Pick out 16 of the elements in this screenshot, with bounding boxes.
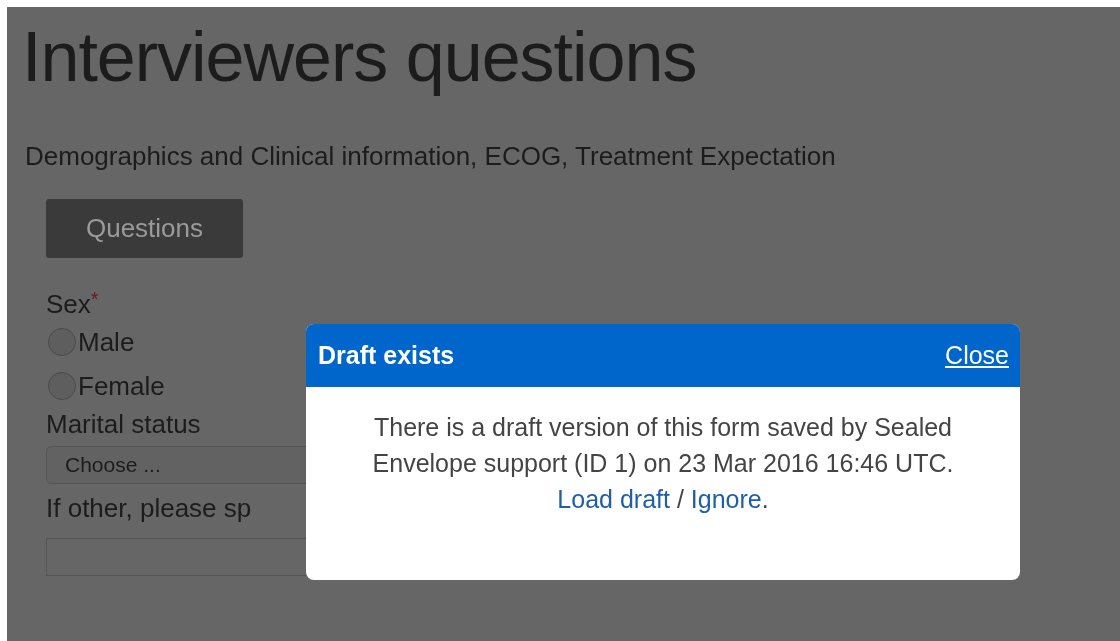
dialog-link[interactable]: Ignore bbox=[690, 485, 762, 513]
radio-button[interactable] bbox=[48, 372, 76, 400]
dialog-link[interactable]: Load draft bbox=[557, 485, 670, 513]
field-label: Sex bbox=[46, 288, 91, 320]
close-link[interactable]: Close bbox=[945, 341, 1009, 370]
radio-label: Female bbox=[78, 370, 165, 402]
radio-label: Male bbox=[78, 326, 135, 358]
required-mark: * bbox=[90, 288, 99, 310]
field-label: Marital status bbox=[46, 408, 201, 440]
page-title: Interviewers questions bbox=[22, 17, 698, 97]
questions-button[interactable]: Questions bbox=[46, 199, 243, 258]
field-label: If other, please sp bbox=[46, 492, 252, 524]
radio-button[interactable] bbox=[48, 328, 76, 356]
draft-message: There is a draft version of this form saved by Sealed Envelope support (ID 1) on 23 Mar 2016 16:46 UTC. Load draft / Ignore. bbox=[371, 412, 955, 515]
dialog-title: Draft exists bbox=[318, 341, 455, 370]
page-subtitle: Demographics and Clinical information, ECOG, Treatment Expectation bbox=[25, 141, 837, 171]
